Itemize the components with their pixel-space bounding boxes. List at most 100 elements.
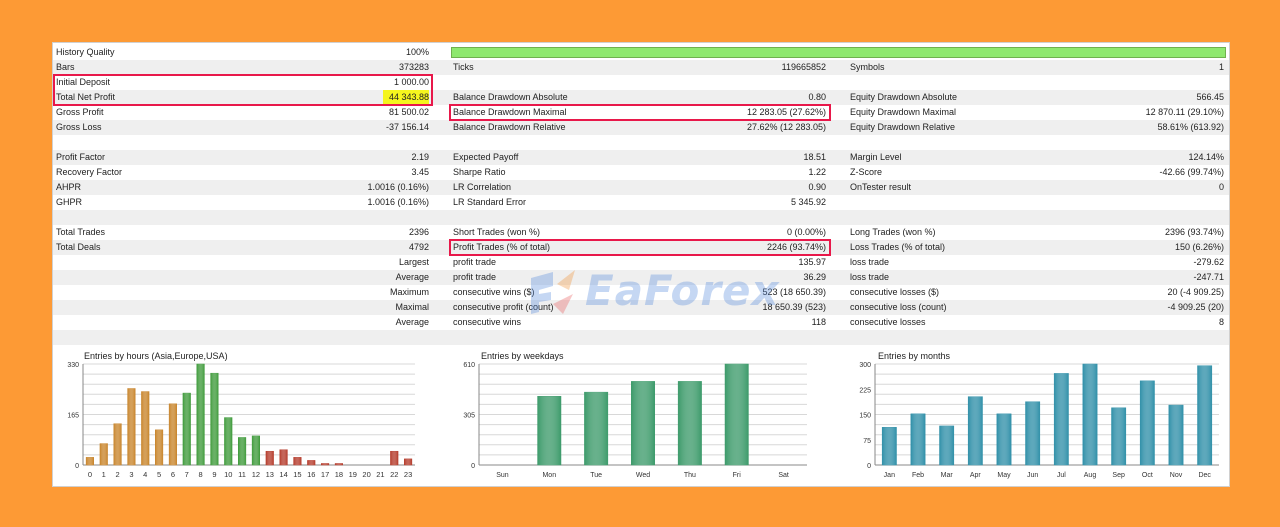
chart-bar-shine — [404, 458, 412, 465]
chart-hours-title: Entries by hours (Asia,Europe,USA) — [84, 351, 228, 361]
x-tick-label: 12 — [252, 470, 260, 479]
avg-cons-losses-label: consecutive losses — [850, 317, 926, 327]
equity-dd-max-label: Equity Drawdown Maximal — [850, 107, 957, 117]
chart-bar-shine — [238, 437, 246, 465]
chart-bar-shine — [113, 423, 122, 465]
chart-hours-svg: 01653300 1 2 3 4 5 6 7 8 9 10 11 12 13 14 15 16 17 18 19 20 2… — [67, 362, 415, 479]
max-cons-wins-label: consecutive wins ($) — [453, 287, 535, 297]
y-tick-label: 0 — [867, 463, 871, 470]
highlight-profit-trades — [449, 239, 831, 256]
total-deals-label: Total Deals — [56, 242, 101, 252]
row-spacer-2 — [53, 210, 1229, 225]
row-history-quality: History Quality 100% — [53, 45, 1229, 60]
max-cons-losses-value: 20 (-4 909.25) — [1167, 287, 1224, 297]
equity-dd-rel-value: 58.61% (613.92) — [1157, 122, 1224, 132]
row-spacer-1 — [53, 135, 1229, 150]
ghpr-value: 1.0016 (0.16%) — [367, 197, 429, 207]
x-tick-label: 13 — [266, 470, 274, 479]
maximal-loss-value: -4 909.25 (20) — [1167, 302, 1224, 312]
chart-bar-shine — [252, 435, 260, 465]
avg-cons-wins-value: 118 — [811, 317, 826, 327]
x-tick-label: Mar — [941, 472, 954, 479]
y-tick-label: 150 — [859, 413, 871, 420]
x-tick-label: 3 — [129, 470, 133, 479]
y-tick-label: 165 — [67, 413, 79, 420]
ahpr-label: AHPR — [56, 182, 82, 192]
largest-profit-value: 135.97 — [798, 257, 826, 267]
x-tick-label: 9 — [212, 470, 216, 479]
row-ghpr: GHPR 1.0016 (0.16%) LR Standard Error 5 … — [53, 195, 1229, 210]
total-deals-value: 4792 — [408, 242, 429, 252]
x-tick-label: Dec — [1198, 472, 1211, 479]
row-profit-factor: Profit Factor 2.19 Expected Payoff 18.51… — [53, 150, 1229, 165]
symbols-value: 1 — [1218, 62, 1224, 72]
chart-bar-shine — [390, 451, 399, 465]
ahpr-value: 1.0016 (0.16%) — [367, 182, 429, 192]
ticks-value: 119665852 — [781, 62, 826, 72]
row-average-consecutive: Average consecutive wins 118 consecutive… — [53, 315, 1229, 330]
x-tick-label: Aug — [1084, 472, 1097, 479]
short-trades-label: Short Trades (won %) — [453, 227, 541, 237]
loss-trades-value: 150 (6.26%) — [1174, 242, 1224, 252]
chart-months-svg: 0 75 150 225 300 Jan Feb Mar Apr May Jun Jul Aug Sep O… — [859, 362, 1219, 479]
zscore-label: Z-Score — [850, 167, 883, 177]
x-tick-label: Tue — [590, 472, 602, 479]
chart-bar-shine — [1082, 364, 1098, 465]
chart-bar-shine — [1025, 401, 1040, 465]
gross-profit-value: 81 500.02 — [388, 107, 429, 117]
chart-bar-shine — [882, 427, 897, 465]
x-tick-label: Jan — [884, 472, 895, 479]
x-tick-label: Jul — [1057, 472, 1066, 479]
chart-bar-shine — [996, 413, 1012, 465]
row-gross-loss: Gross Loss -37 156.14 Balance Drawdown R… — [53, 120, 1229, 135]
x-tick-label: 6 — [171, 470, 175, 479]
chart-bar-shine — [968, 396, 983, 465]
x-tick-label: 22 — [390, 470, 398, 479]
chart-months: Entries by months 0 75 150 225 300 Jan Feb Mar A… — [843, 351, 1227, 483]
chart-bar-shine — [631, 381, 655, 465]
chart-bar-shine — [293, 457, 302, 465]
sharpe-label: Sharpe Ratio — [453, 167, 506, 177]
equity-dd-max-value: 12 870.11 (29.10%) — [1145, 107, 1224, 117]
x-tick-label: 4 — [143, 470, 147, 479]
row-bars: Bars 373283 Ticks 119665852 Symbols 1 — [53, 60, 1229, 75]
row-ahpr: AHPR 1.0016 (0.16%) LR Correlation 0.90 … — [53, 180, 1229, 195]
max-cons-wins-value: 523 (18 650.39) — [762, 287, 826, 297]
row-maximum: Maximum consecutive wins ($) 523 (18 650… — [53, 285, 1229, 300]
chart-bar-shine — [210, 373, 219, 465]
average-label: Average — [395, 272, 429, 282]
equity-dd-abs-value: 566.45 — [1196, 92, 1224, 102]
profit-factor-label: Profit Factor — [56, 152, 106, 162]
total-trades-label: Total Trades — [56, 227, 106, 237]
maximal-profit-label: consecutive profit (count) — [453, 302, 554, 312]
chart-bar-shine — [910, 413, 926, 465]
y-tick-label: 330 — [67, 362, 79, 369]
largest-loss-value: -279.62 — [1193, 257, 1224, 267]
gross-loss-value: -37 156.14 — [385, 122, 429, 132]
chart-bar-shine — [307, 460, 316, 465]
row-spacer-3 — [53, 330, 1229, 345]
x-tick-label: 11 — [238, 470, 246, 479]
largest-profit-label: profit trade — [453, 257, 497, 267]
highlight-deposit-profit — [53, 74, 433, 106]
balance-dd-rel-label: Balance Drawdown Relative — [453, 122, 566, 132]
long-trades-label: Long Trades (won %) — [850, 227, 936, 237]
total-trades-value: 2396 — [408, 227, 429, 237]
avg-cons-losses-value: 8 — [1218, 317, 1224, 327]
maximum-label: Maximum — [389, 287, 429, 297]
chart-bar-shine — [182, 393, 191, 465]
x-tick-label: 1 — [102, 470, 106, 479]
bars-label: Bars — [56, 62, 75, 72]
chart-bar-shine — [86, 457, 94, 465]
chart-bar-shine — [265, 451, 274, 465]
chart-months-title: Entries by months — [878, 351, 951, 361]
chart-bar-shine — [99, 443, 108, 465]
expected-payoff-label: Expected Payoff — [453, 152, 519, 162]
x-tick-label: Mon — [542, 472, 556, 479]
chart-bar-shine — [169, 403, 177, 465]
history-quality-bar — [451, 47, 1226, 58]
x-tick-label: Apr — [970, 472, 982, 479]
recovery-factor-value: 3.45 — [411, 167, 429, 177]
x-tick-label: Thu — [684, 472, 696, 479]
x-tick-label: 18 — [335, 470, 343, 479]
